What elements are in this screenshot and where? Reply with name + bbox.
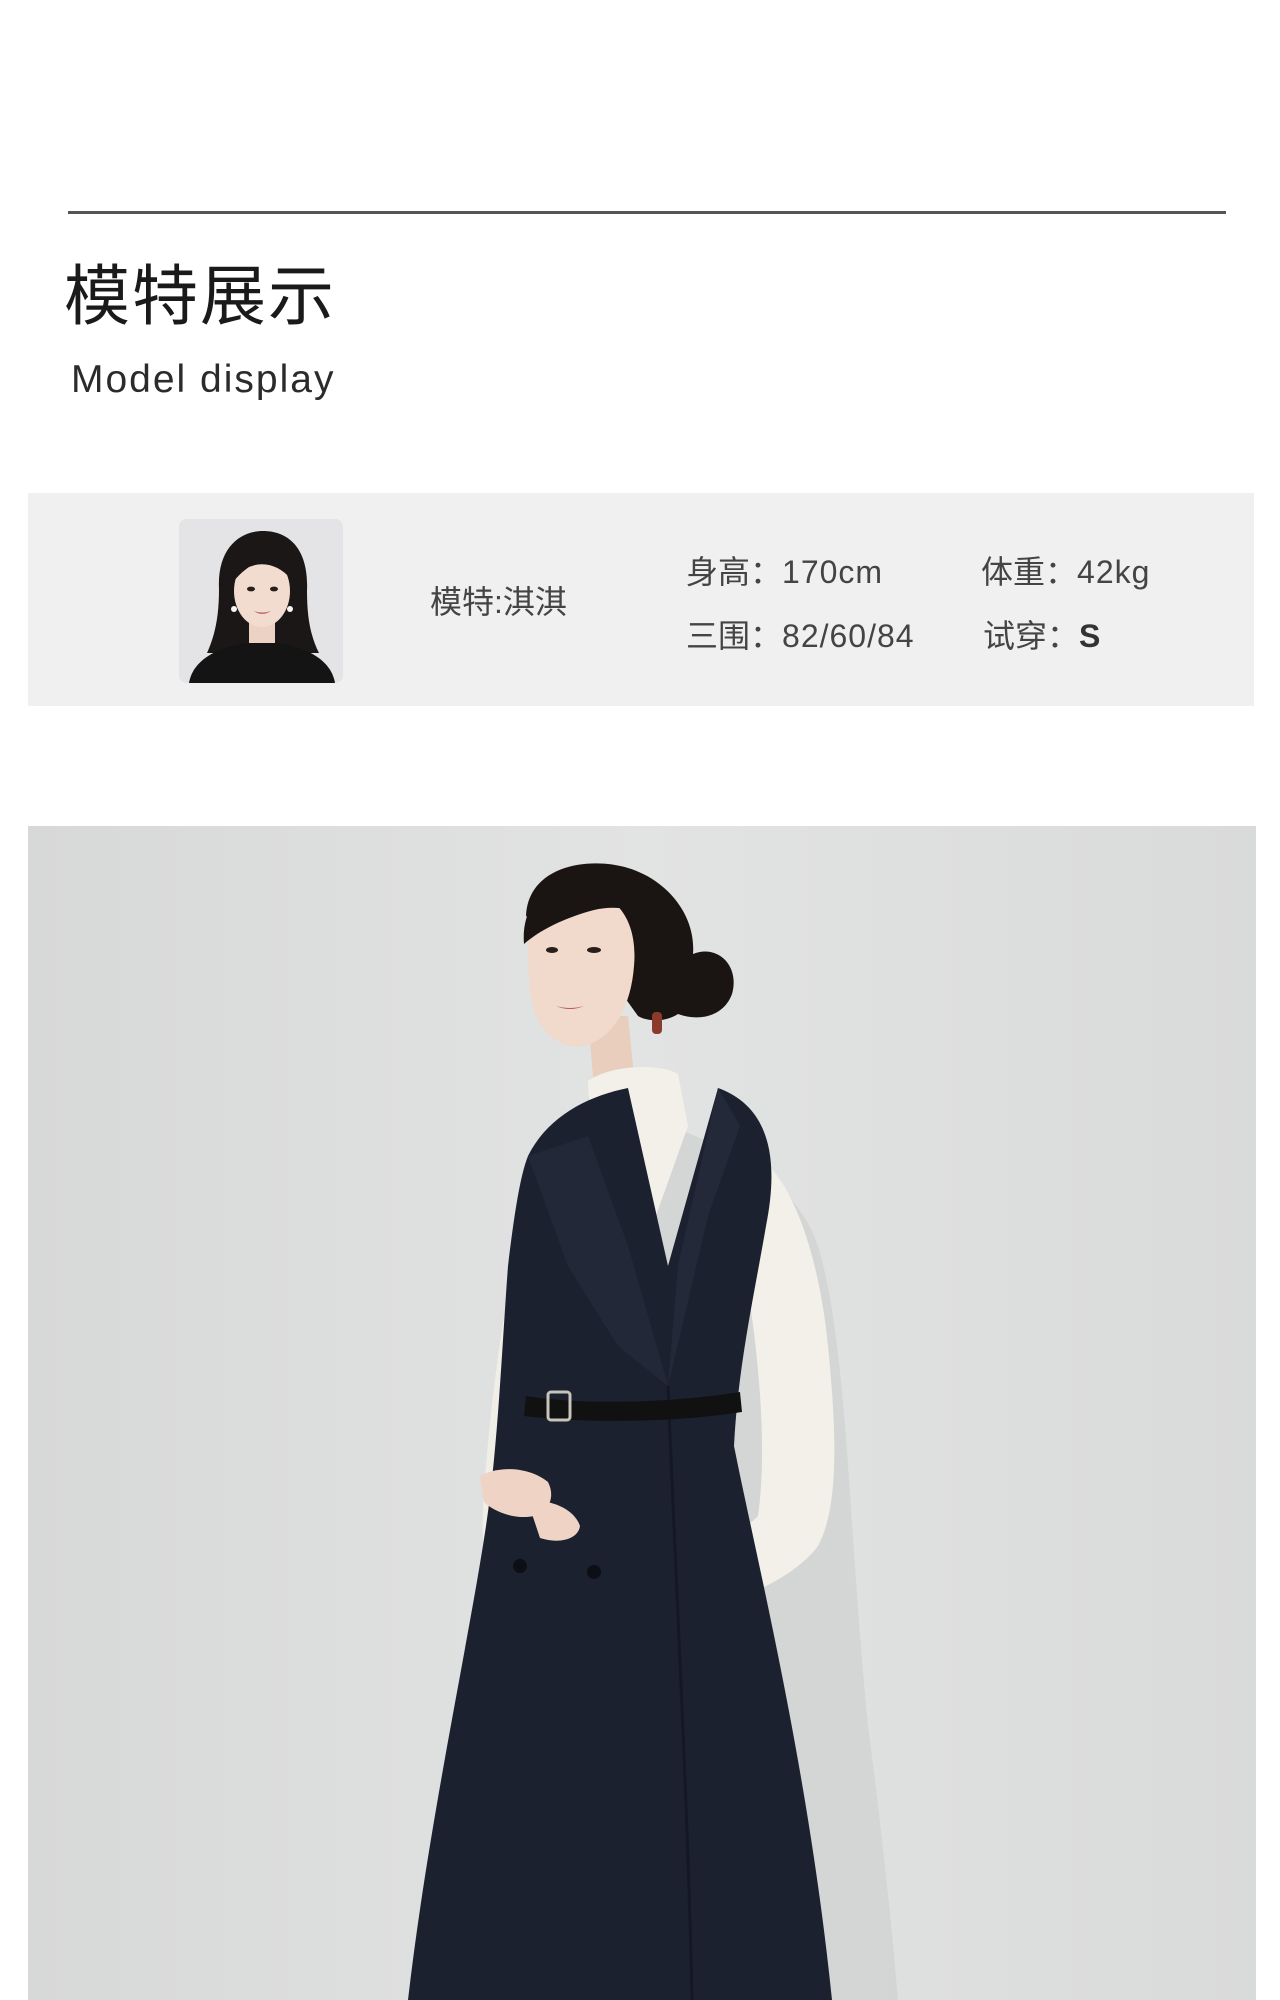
height-value: 170cm [782,554,884,590]
weight-label: 体重： [981,554,1078,590]
weight-value: 42kg [1077,554,1151,590]
model-photo [28,826,1256,2000]
measurements-value: 82/60/84 [782,618,915,654]
section-subtitle: Model display [71,358,336,401]
model-full-body-photo-icon [28,826,1256,2000]
measurements-label: 三围： [686,618,783,654]
product-detail-page: 模特展示 Model display 模特:淇淇 身高：170cm 体重：42k… [0,0,1280,2000]
size-value: S [1079,618,1102,654]
model-measurements: 三围：82/60/84 [686,616,915,656]
model-info-card: 模特:淇淇 身高：170cm 体重：42kg 三围：82/60/84 试穿：S [28,493,1254,706]
model-weight: 体重：42kg [981,552,1150,592]
model-avatar [179,519,343,683]
model-portrait-icon [179,519,343,683]
height-label: 身高： [686,554,783,590]
model-name: 模特:淇淇 [430,584,567,620]
model-height: 身高：170cm [686,552,883,592]
section-divider [68,211,1226,214]
section-title: 模特展示 [64,259,336,333]
size-label: 试穿： [983,618,1080,654]
model-fitting-size: 试穿：S [983,616,1101,656]
